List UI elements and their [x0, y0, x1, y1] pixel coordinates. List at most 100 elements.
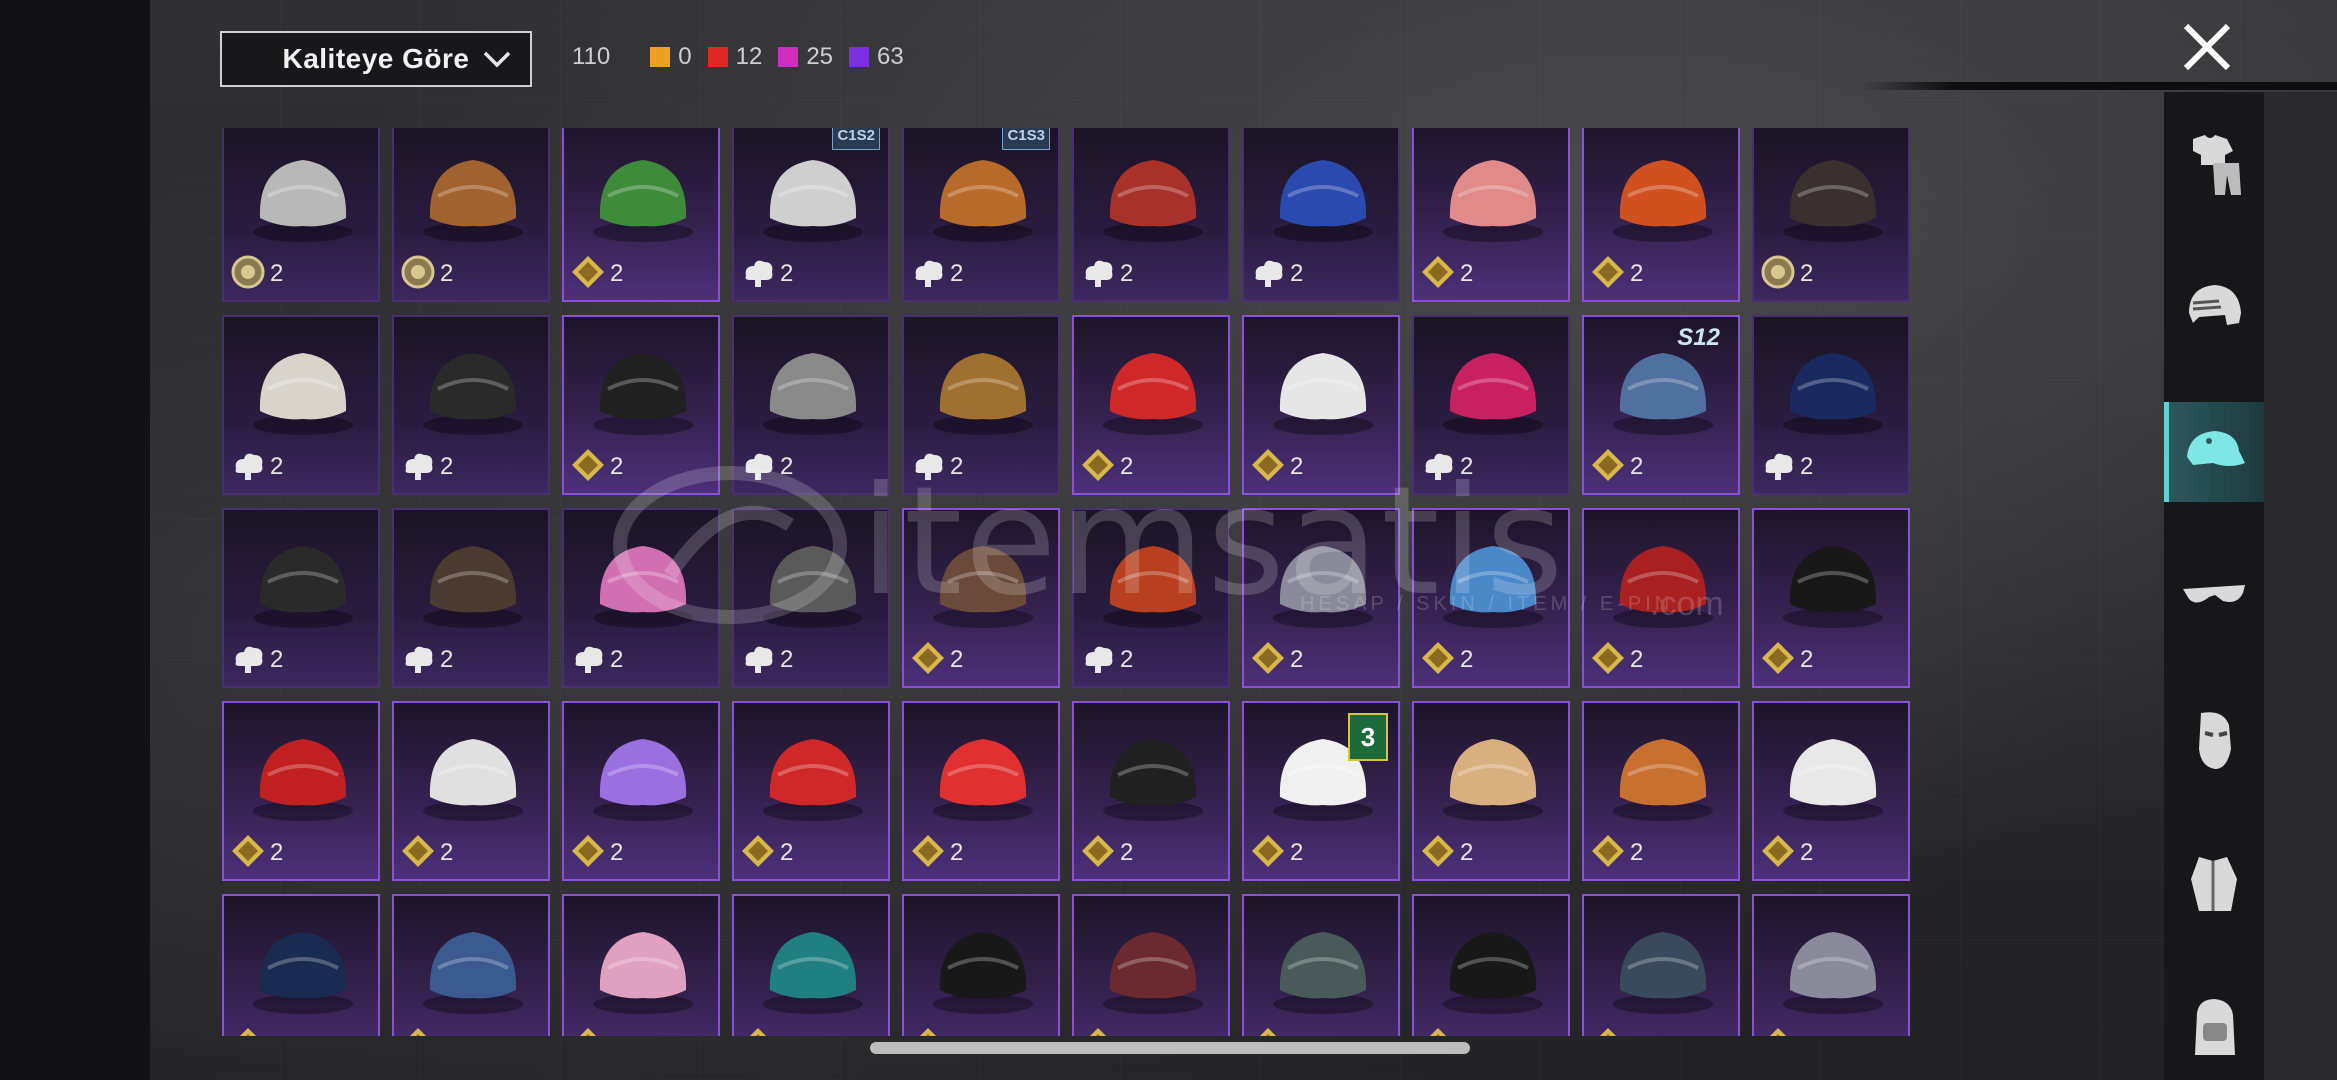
item-cell-red-beret[interactable]: 2 — [1582, 508, 1740, 688]
sidebar-item-outfit[interactable] — [2164, 114, 2264, 214]
item-cell-blue-beanie[interactable]: 2 — [1752, 315, 1910, 495]
blue-fez-icon — [423, 932, 523, 1014]
item-cell-red-fedora[interactable]: 2 — [222, 701, 380, 881]
cloud-crate-icon — [1255, 260, 1283, 287]
gray-wig-icon — [253, 160, 353, 242]
item-cell-dark-wig[interactable]: 2 — [1752, 128, 1910, 302]
burger-hat-icon — [1613, 739, 1713, 821]
item-cell-black-cap[interactable]: 2 — [902, 894, 1060, 1036]
bp-diamond-icon — [1422, 642, 1454, 674]
glasses-icon — [2183, 585, 2245, 603]
red-fedora-icon — [253, 739, 353, 821]
item-cell-teal-beanie[interactable]: 2 — [732, 894, 890, 1036]
item-cell-pink-hood[interactable]: 2 — [562, 894, 720, 1036]
item-cell-aviator-cap[interactable]: 2 — [392, 508, 550, 688]
sidebar-item-backpack[interactable] — [2164, 978, 2264, 1078]
item-quantity: 2 — [1290, 1032, 1303, 1036]
item-quantity: 2 — [440, 260, 454, 287]
item-cell-white-turban[interactable]: 2 — [1242, 315, 1400, 495]
sidebar-item-hat[interactable] — [2164, 402, 2264, 502]
cloud-crate-icon — [575, 646, 603, 673]
item-cell-black-beanie[interactable]: 2 — [222, 508, 380, 688]
item-cell-mech-helmet[interactable]: C1S3 2 — [902, 128, 1060, 302]
item-cell-pink-braids[interactable]: 2 — [1412, 128, 1570, 302]
item-cell-flag-headwrap[interactable]: 2 — [1072, 315, 1230, 495]
item-cell-red-cap[interactable]: 2 — [732, 701, 890, 881]
bp-diamond-icon — [240, 1028, 256, 1036]
item-cell-aviator-goggles[interactable]: 2 — [1582, 894, 1740, 1036]
epic-swatch — [778, 47, 799, 67]
item-cell-cowboy-hat[interactable]: 2 — [902, 508, 1060, 688]
close-icon[interactable] — [2180, 20, 2234, 74]
item-quantity: 2 — [270, 453, 284, 480]
item-cell-flower-crown[interactable]: 2 — [562, 701, 720, 881]
level-badge: 3 — [1348, 713, 1388, 761]
grid-scrollbar[interactable] — [870, 1042, 1470, 1054]
season-badge: S12 — [1677, 324, 1720, 351]
item-quantity: 2 — [1630, 839, 1644, 866]
item-cell-gray-wig[interactable]: 2 — [222, 128, 380, 302]
item-cell-black-hat[interactable]: 2 — [562, 315, 720, 495]
item-cell-orange-hair-helmet[interactable]: 2 — [1582, 128, 1740, 302]
item-cell-checkered-wrap[interactable]: 2 — [1242, 894, 1400, 1036]
item-cell-cat-headphones[interactable]: 2 — [562, 508, 720, 688]
item-cell-white-flower-crown[interactable]: 32 — [1242, 701, 1400, 881]
item-cell-shark-hat[interactable]: 2 — [1412, 508, 1570, 688]
coin-icon — [1761, 255, 1795, 289]
sidebar-item-glasses[interactable] — [2164, 546, 2264, 646]
cloud-crate-icon — [915, 260, 943, 287]
bp-diamond-icon — [912, 835, 944, 867]
item-cell-gray-bucket-hat[interactable]: 2 — [1752, 894, 1910, 1036]
item-cell-gray-helmet[interactable]: 2 — [732, 508, 890, 688]
doctor-headlamp-icon — [1783, 739, 1883, 821]
item-cell-shark-head[interactable]: 2 — [392, 701, 550, 881]
item-cell-gas-mask[interactable]: 2 — [392, 315, 550, 495]
item-quantity: 2 — [1460, 646, 1474, 673]
item-cell-space-helmet[interactable]: S12 2 — [1582, 315, 1740, 495]
sort-dropdown[interactable]: Kaliteye Göre — [220, 31, 532, 87]
item-grid-inner: 2 2 2 C1S2 2 C1S3 2 2 2 2 2 2 2 2 2 2 2 2 2 2 S12 2 2 2 2 2 2 2 2 2 2 2… — [222, 128, 1910, 1036]
item-quantity: 2 — [780, 646, 794, 673]
item-quantity: 2 — [270, 260, 284, 287]
item-cell-doctor-headlamp[interactable]: 2 — [1752, 701, 1910, 881]
item-quantity: 2 — [780, 453, 794, 480]
item-cell-red-bucket-hat[interactable]: 2 — [902, 701, 1060, 881]
item-cell-red-helmet[interactable]: 2 — [1072, 128, 1230, 302]
cloud-crate-icon — [1085, 646, 1113, 673]
item-cell-maroon-fedora[interactable]: 2 — [1072, 894, 1230, 1036]
item-cell-brown-braids[interactable]: 2 — [392, 128, 550, 302]
bp-diamond-icon — [1592, 642, 1624, 674]
item-cell-blue-fez[interactable]: 2 — [392, 894, 550, 1036]
item-cell-red-bandana[interactable]: 2 — [1072, 508, 1230, 688]
pink-cap-icon — [1443, 353, 1543, 435]
item-cell-chef-hat-gasmask[interactable]: C1S2 2 — [732, 128, 890, 302]
bp-diamond-icon — [1422, 256, 1454, 288]
item-cell-brown-beanie[interactable]: 2 — [902, 315, 1060, 495]
white-beanie-icon — [253, 353, 353, 435]
item-quantity: 2 — [1120, 260, 1134, 287]
item-cell-ice-cream-hat[interactable]: 2 — [1412, 701, 1570, 881]
shark-hat-icon — [1443, 546, 1543, 628]
item-cell-goggles-helmet[interactable]: 2 — [732, 315, 890, 495]
flower-crown-icon — [593, 739, 693, 821]
item-cell-blue-cricket-helmet[interactable]: 2 — [1242, 128, 1400, 302]
red-bucket-hat-icon — [933, 739, 1033, 821]
item-cell-black-fedora[interactable]: 2 — [1752, 508, 1910, 688]
bp-diamond-icon — [232, 835, 264, 867]
item-quantity: 2 — [1120, 1032, 1133, 1036]
item-cell-burger-hat[interactable]: 2 — [1582, 701, 1740, 881]
item-cell-wrestler-mask[interactable]: 2 — [1242, 508, 1400, 688]
sidebar-item-helmet[interactable] — [2164, 258, 2264, 358]
dark-wig-icon — [1783, 160, 1883, 242]
sidebar-item-mask[interactable] — [2164, 690, 2264, 790]
item-cell-white-beanie[interactable]: 2 — [222, 315, 380, 495]
sidebar-item-jacket[interactable] — [2164, 834, 2264, 934]
coin-icon — [231, 255, 265, 289]
item-quantity: 2 — [440, 839, 454, 866]
item-cell-pilot-cap[interactable]: 2 — [222, 894, 380, 1036]
item-cell-pink-cap[interactable]: 2 — [1412, 315, 1570, 495]
item-cell-green-helmet[interactable]: 2 — [562, 128, 720, 302]
item-cell-police-cap[interactable]: 2 — [1072, 701, 1230, 881]
item-cell-black-bucket-hat[interactable]: 2 — [1412, 894, 1570, 1036]
item-grid[interactable]: 2 2 2 C1S2 2 C1S3 2 2 2 2 2 2 2 2 2 2 2 2 2 2 S12 2 2 2 2 2 2 2 2 2 2 2… — [222, 128, 1914, 1036]
